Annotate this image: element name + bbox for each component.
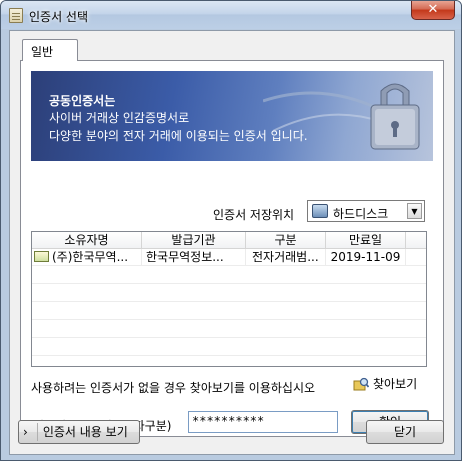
banner-text-line: 다양한 분야의 전자 거래에 이용되는 인증서 입니다. [49, 129, 308, 143]
browse-button-label: 찾아보기 [373, 377, 418, 391]
column-header-issuer[interactable]: 발급기관 [142, 232, 246, 249]
certificate-dialog-window: 인증서 선택 ✕ 일반 공동인증서는 사이버 거래상 인감증명서로 다양한 분야… [0, 0, 462, 461]
title-bar[interactable]: 인증서 선택 ✕ [1, 1, 461, 29]
column-header-type[interactable]: 구분 [246, 232, 326, 249]
storage-location-select[interactable]: 하드디스크 ▼ [307, 200, 425, 222]
storage-location-value: 하드디스크 [333, 207, 389, 221]
empty-row [32, 303, 426, 320]
folder-search-icon [353, 377, 369, 391]
column-header-expiry[interactable]: 만료일 [326, 232, 406, 249]
tab-general[interactable]: 일반 [22, 39, 78, 61]
chevron-right-icon: › [23, 425, 28, 439]
empty-row [32, 285, 426, 302]
hard-disk-icon [312, 204, 328, 218]
tab-panel-general: 공동인증서는 사이버 거래상 인감증명서로 다양한 분야의 전자 거래에 이용되… [20, 60, 444, 437]
dialog-body: 일반 공동인증서는 사이버 거래상 인감증명서로 다양한 분야의 전자 거래에 … [9, 30, 455, 455]
storage-location-label: 인증서 저장위치 [213, 208, 295, 222]
window-close-button[interactable]: ✕ [411, 1, 455, 20]
empty-row [32, 267, 426, 284]
divider [31, 404, 433, 405]
certificate-app-icon [9, 8, 23, 23]
certificate-icon [34, 251, 49, 262]
table-row[interactable]: (주)한국무역... 한국무역정보... 전자거래범... 2019-11-09 [32, 249, 426, 266]
cell-owner: (주)한국무역... [32, 249, 142, 266]
cell-expiry: 2019-11-09 [326, 249, 406, 266]
button-divider [37, 423, 38, 441]
empty-row [32, 339, 426, 356]
browse-button[interactable]: 찾아보기 [353, 374, 417, 394]
certificate-table[interactable]: 소유자명 발급기관 구분 만료일 (주)한국무역... 한국무역정보... 전자… [31, 231, 427, 367]
info-banner: 공동인증서는 사이버 거래상 인감증명서로 다양한 분야의 전자 거래에 이용되… [31, 71, 433, 161]
cell-type: 전자거래범... [246, 249, 326, 266]
table-header: 소유자명 발급기관 구분 만료일 [32, 232, 426, 249]
cell-issuer: 한국무역정보... [142, 249, 246, 266]
close-button[interactable]: 닫기 [366, 420, 444, 444]
padlock-chain-icon [263, 83, 420, 150]
notice-text: 사용하려는 인증서가 없을 경우 찾아보기를 이용하십시오 [31, 381, 316, 395]
details-button-label: 인증서 내용 보기 [42, 425, 128, 439]
column-header-owner[interactable]: 소유자명 [32, 232, 142, 249]
banner-heading: 공동인증서는 [49, 94, 116, 108]
dropdown-arrow-icon[interactable]: ▼ [407, 203, 422, 219]
view-certificate-details-button[interactable]: › 인증서 내용 보기 [18, 420, 140, 444]
window-title: 인증서 선택 [29, 10, 89, 24]
password-input[interactable]: ********** [188, 411, 338, 433]
banner-text-line: 사이버 거래상 인감증명서로 [49, 111, 190, 125]
empty-row [32, 321, 426, 338]
